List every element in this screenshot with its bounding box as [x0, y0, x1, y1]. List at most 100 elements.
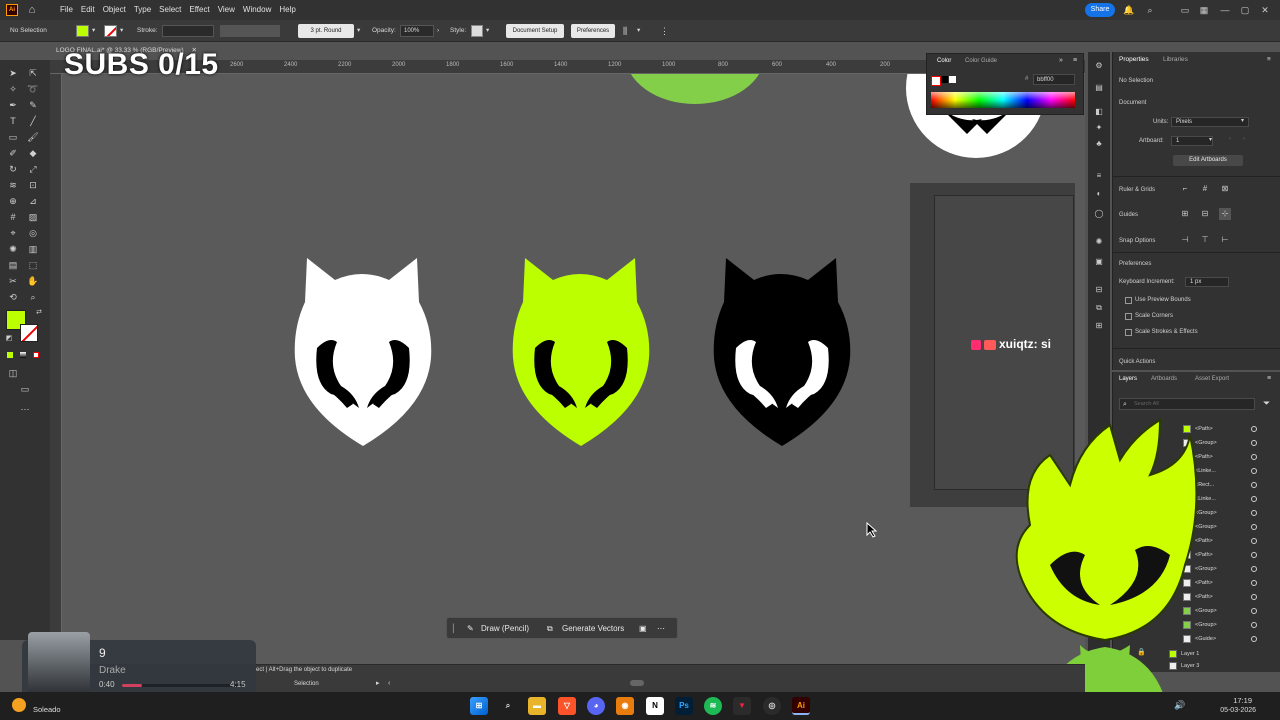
align-dropdown-icon[interactable]: ▾	[637, 20, 640, 42]
pen-tool-icon[interactable]: ✒	[6, 98, 20, 112]
layers-search[interactable]: ⌕ Search All	[1119, 398, 1255, 410]
brushes-icon[interactable]: ✦	[1093, 122, 1105, 134]
status-play-icon[interactable]: ▸	[376, 679, 380, 689]
search-icon[interactable]: ⌕	[499, 697, 517, 715]
variable-width-field[interactable]	[220, 25, 280, 37]
artboard-select[interactable]: 1	[1171, 136, 1213, 146]
paintbrush-tool-icon[interactable]: 🖌	[26, 130, 40, 144]
transparency-icon[interactable]: ◯	[1093, 208, 1105, 220]
file-explorer-icon[interactable]: ▬	[528, 697, 546, 715]
zoom-tool-icon[interactable]: ⌕	[26, 290, 40, 304]
shape-builder-tool-icon[interactable]: ⊕	[6, 194, 20, 208]
warp-tool-icon[interactable]: ≋	[6, 178, 20, 192]
fill-dropdown-icon[interactable]: ▾	[92, 20, 95, 42]
eyedropper-tool-icon[interactable]: ⌖	[6, 226, 20, 240]
snap-pixel-icon[interactable]: ⊢	[1219, 234, 1231, 246]
layers-icon[interactable]: ◧	[1093, 106, 1105, 118]
home-icon[interactable]: ⌂	[25, 3, 39, 17]
menu-select[interactable]: Select	[155, 0, 185, 20]
screen-mode-icon[interactable]: ▭	[18, 382, 32, 396]
brave-icon[interactable]: ▽	[558, 697, 576, 715]
shaper-tool-icon[interactable]: ✐	[6, 146, 20, 160]
swap-colors-icon[interactable]: ⇄	[32, 306, 46, 320]
magic-wand-icon[interactable]: ✧	[6, 82, 20, 96]
share-button[interactable]: Share	[1085, 3, 1115, 17]
gradient-mode-icon[interactable]	[20, 352, 26, 358]
snap-point-icon[interactable]: ⊣	[1179, 234, 1191, 246]
opacity-field[interactable]: 100%	[400, 25, 434, 37]
tab-libraries[interactable]: Libraries	[1163, 52, 1188, 68]
arrange-icon[interactable]: ▦	[1197, 3, 1211, 17]
maximize-icon[interactable]: ▢	[1238, 3, 1252, 17]
status-back-icon[interactable]: ‹	[388, 679, 390, 689]
slice-tool-icon[interactable]: ✂	[6, 274, 20, 288]
notion-icon[interactable]: N	[646, 697, 664, 715]
search-icon[interactable]: ⌕	[1143, 3, 1157, 17]
stroke-swatch[interactable]	[104, 25, 117, 37]
none-swatch[interactable]	[931, 76, 941, 86]
collapse-icon[interactable]: »	[1059, 57, 1063, 64]
smart-guides-icon[interactable]: ⊹	[1219, 208, 1231, 220]
opacity-arrow-icon[interactable]: ›	[437, 20, 439, 42]
spotify-icon[interactable]: ≋	[704, 697, 722, 715]
scale-strokes-checkbox[interactable]	[1125, 329, 1132, 336]
keyboard-increment-field[interactable]: 1 px	[1185, 277, 1229, 287]
app-icon[interactable]: ▼	[733, 697, 751, 715]
edit-artboards-button[interactable]: Edit Artboards	[1173, 155, 1243, 166]
discord-icon[interactable]: ◕	[587, 697, 605, 715]
menu-window[interactable]: Window	[239, 0, 275, 20]
white-swatch[interactable]	[949, 76, 956, 83]
stroke-color-box[interactable]	[20, 324, 38, 342]
lasso-tool-icon[interactable]: ➰	[26, 82, 40, 96]
black-swatch[interactable]	[941, 76, 948, 83]
brush-dropdown-icon[interactable]: ▾	[357, 20, 360, 42]
gradient-panel-icon[interactable]: ◐	[1093, 188, 1105, 200]
horizontal-scrollbar-thumb[interactable]	[630, 680, 644, 686]
graph-tool-icon[interactable]: ▤	[6, 258, 20, 272]
blender-icon[interactable]: ◉	[616, 697, 634, 715]
ruler-icon[interactable]: ⌐	[1179, 183, 1191, 195]
line-tool-icon[interactable]: ╱	[26, 114, 40, 128]
graphic-styles-icon[interactable]: ▣	[1093, 256, 1105, 268]
prev-artboard-icon[interactable]: ‹	[1229, 136, 1231, 142]
menu-object[interactable]: Object	[99, 0, 130, 20]
pixel-grid-icon[interactable]: ⊠	[1219, 183, 1231, 195]
obs-icon[interactable]: ◎	[763, 697, 781, 715]
align-icon[interactable]: ⫼	[623, 20, 627, 42]
panel-menu-icon[interactable]: ≡	[1073, 57, 1077, 64]
perspective-grid-icon[interactable]: ⊿	[26, 194, 40, 208]
scale-tool-icon[interactable]: ⤢	[26, 162, 40, 176]
tab-layers[interactable]: Layers	[1119, 376, 1137, 382]
properties-panel-icon[interactable]: ⚙	[1093, 60, 1105, 72]
document-setup-button[interactable]: Document Setup	[506, 24, 564, 38]
color-mode-icon[interactable]	[7, 352, 13, 358]
mesh-tool-icon[interactable]: #	[6, 210, 20, 224]
appearance-icon[interactable]: ✺	[1093, 236, 1105, 248]
photoshop-icon[interactable]: Ps	[675, 697, 693, 715]
default-colors-icon[interactable]: ◩	[2, 332, 16, 346]
pathfinder-icon[interactable]: ⧉	[1093, 302, 1105, 314]
filter-icon[interactable]: ⏷	[1263, 398, 1270, 409]
image-icon[interactable]: ▣	[639, 618, 647, 640]
snap-grid-icon[interactable]: ⊤	[1199, 234, 1211, 246]
units-dropdown-icon[interactable]: ▾	[1241, 117, 1244, 124]
selection-tool-icon[interactable]: ➤	[6, 66, 20, 80]
menu-edit[interactable]: Edit	[77, 0, 99, 20]
panel-menu-icon[interactable]: ≡	[1267, 52, 1271, 68]
panel-menu-icon[interactable]: ≡	[1267, 375, 1271, 382]
artboard-dropdown-icon[interactable]: ▾	[1209, 136, 1212, 143]
artboard-tool-icon[interactable]: ⬚	[26, 258, 40, 272]
grid-icon[interactable]: #	[1199, 183, 1211, 195]
generate-vectors-button[interactable]: Generate Vectors	[562, 618, 624, 640]
drag-handle-icon[interactable]: ▏	[453, 618, 459, 640]
brush-definition[interactable]: 3 pt. Round	[298, 24, 354, 38]
direct-selection-tool-icon[interactable]: ⇱	[26, 66, 40, 80]
fill-swatch[interactable]	[76, 25, 89, 37]
none-mode-icon[interactable]	[33, 352, 39, 358]
menu-effect[interactable]: Effect	[185, 0, 213, 20]
stroke-weight-field[interactable]	[162, 25, 214, 37]
tab-color[interactable]: Color	[937, 58, 951, 64]
libraries-icon[interactable]: ▤	[1093, 82, 1105, 94]
tab-artboards[interactable]: Artboards	[1151, 376, 1177, 382]
stroke-panel-icon[interactable]: ≡	[1093, 170, 1105, 182]
